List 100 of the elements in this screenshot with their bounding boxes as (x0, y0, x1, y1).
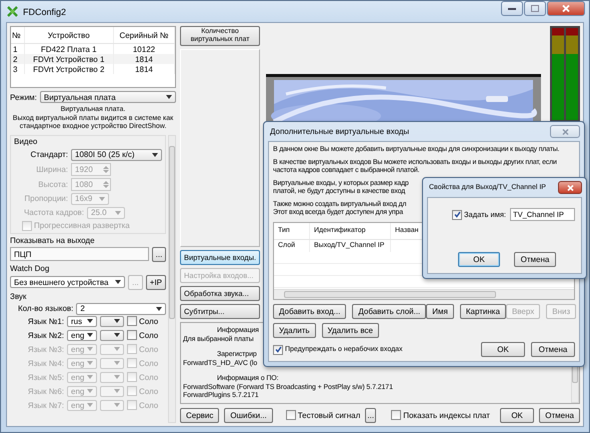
button[interactable]: Отмена (539, 408, 580, 422)
caret-icon (114, 319, 120, 323)
dropdown[interactable] (100, 330, 124, 340)
checkbox[interactable] (273, 344, 283, 354)
field-label: Язык №2: (26, 330, 64, 340)
caret-icon (166, 95, 172, 99)
table-cell: FDVrt Устройство 1 (24, 54, 114, 64)
caret-icon (87, 403, 93, 407)
checkbox[interactable] (127, 316, 137, 326)
section-title: Показывать на выходе (10, 236, 96, 246)
caret-icon (87, 319, 93, 323)
field-label: Язык №6: (26, 386, 64, 396)
button[interactable]: Отмена (514, 252, 556, 267)
window-title: FDConfig2 (23, 6, 68, 16)
button[interactable]: OK (500, 408, 534, 422)
scrollbar[interactable] (274, 289, 574, 299)
button[interactable]: Добавить слой... (352, 304, 426, 319)
field-label: Пропорции: (23, 194, 68, 203)
field-label: Частота кадров: (22, 208, 84, 217)
dropdown[interactable]: eng (67, 330, 97, 340)
field-label: Язык №1: (26, 316, 64, 326)
button[interactable]: OK (481, 342, 525, 357)
button[interactable]: +IP (146, 274, 166, 290)
button[interactable]: Картинка (460, 304, 506, 319)
browse-button[interactable]: ... (152, 246, 166, 262)
field-label: Стандарт: (30, 150, 68, 159)
spin-arrows-icon (103, 180, 109, 188)
close-button[interactable] (558, 181, 582, 194)
button[interactable]: Сервис (180, 408, 220, 422)
checkmark-icon (274, 346, 282, 353)
checkbox-label[interactable]: Тестовый сигнал (298, 410, 360, 420)
caret-icon (99, 196, 105, 200)
caret-icon (114, 361, 120, 365)
table-cell: 1814 (113, 64, 174, 74)
checkmark-icon (454, 211, 460, 218)
caret-icon (87, 347, 93, 351)
field-label: Язык №4: (26, 358, 64, 368)
field-label: Язык №7: (26, 400, 64, 410)
table-cell: 2 (11, 54, 24, 64)
caret-icon (115, 280, 122, 284)
checkbox[interactable] (286, 410, 296, 420)
caret-icon (114, 333, 120, 337)
field-label: Режим: (10, 92, 37, 102)
button[interactable]: Ошибки... (224, 408, 273, 422)
close-icon (562, 128, 568, 134)
button[interactable]: Отмена (531, 342, 575, 357)
output-field[interactable]: ПЦП (10, 247, 149, 261)
caret-icon (115, 210, 121, 214)
group-title: Видео (14, 136, 38, 146)
column-header[interactable]: Устройство (24, 27, 114, 44)
caret-icon (87, 333, 93, 337)
spin-arrows-icon (103, 164, 109, 174)
minimize-icon (508, 6, 516, 10)
caret-icon (87, 375, 93, 379)
dropdown[interactable]: 1080I 50 (25 к/с) (71, 148, 162, 160)
button[interactable]: Удалить все (322, 323, 379, 338)
field-label: Язык №5: (26, 372, 64, 382)
dropdown[interactable]: Без внешнего устройства (10, 276, 126, 288)
browse-button[interactable]: ... (365, 408, 376, 422)
checkbox[interactable] (127, 330, 137, 340)
checkbox-label[interactable]: Соло (139, 330, 158, 340)
caret-icon (156, 306, 162, 310)
section-title: Watch Dog (10, 264, 50, 274)
caret-icon (114, 389, 120, 393)
table-cell: 3 (11, 64, 24, 74)
dialog-title: Дополнительные виртуальные входы (270, 127, 410, 136)
checkbox[interactable] (391, 410, 402, 420)
close-icon (562, 5, 570, 12)
dropdown[interactable]: Виртуальная плата (40, 91, 176, 103)
dropdown[interactable]: 2 (76, 302, 166, 314)
button[interactable]: Удалить (273, 323, 316, 338)
field-label: Ширина: (35, 164, 68, 174)
button[interactable]: OK (458, 252, 500, 267)
dropdown[interactable] (100, 316, 124, 326)
minimize-button[interactable] (501, 1, 523, 16)
section-title: Звук (10, 292, 28, 302)
checkbox-label[interactable]: Показать индексы плат (403, 410, 490, 420)
table-cell: 1814 (113, 54, 174, 64)
column-header[interactable]: Серийный № (113, 27, 174, 44)
button[interactable]: Добавить вход... (273, 304, 346, 319)
app-icon (7, 6, 18, 17)
checkbox-label[interactable]: Соло (139, 316, 158, 326)
caret-icon (114, 347, 120, 351)
field-label: Язык №3: (26, 344, 64, 354)
caret-icon (114, 403, 120, 407)
close-button[interactable] (547, 1, 585, 16)
button[interactable]: Имя (426, 304, 454, 319)
table-cell: FDVrt Устройство 2 (24, 64, 114, 74)
scrollbar[interactable] (168, 134, 176, 423)
dropdown[interactable]: rus (67, 316, 97, 326)
caret-icon (87, 361, 93, 365)
caret-icon (87, 389, 93, 393)
caret-icon (152, 152, 158, 156)
field-label: Высота: (37, 180, 68, 188)
checkbox[interactable] (452, 210, 462, 220)
maximize-icon (531, 5, 539, 12)
caret-icon (114, 375, 120, 379)
column-header[interactable]: № (11, 27, 24, 44)
close-icon (566, 184, 574, 190)
field-label: Кол-во языков: (18, 304, 74, 313)
